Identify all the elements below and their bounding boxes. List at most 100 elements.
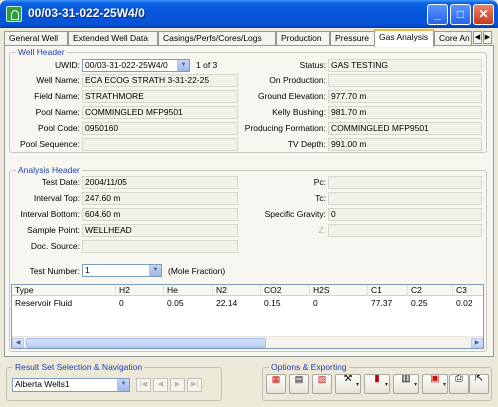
result-set-combo[interactable]: Alberta Wells1 ▼	[12, 378, 130, 392]
tab-core-analysis[interactable]: Core An	[434, 31, 472, 46]
chevron-down-icon[interactable]: ▼	[149, 265, 161, 276]
table-cell-c1[interactable]: 77.37	[371, 298, 392, 309]
on-production-field	[328, 74, 482, 87]
tab-gas-analysis[interactable]: Gas Analysis	[374, 29, 434, 47]
options-legend: Options & Exporting	[269, 362, 349, 372]
pool-name-field: COMMINGLED MFP9501	[82, 106, 238, 119]
chevron-down-icon[interactable]: ▾	[443, 381, 446, 389]
tc-field	[328, 192, 482, 205]
z-label: Z:	[318, 225, 326, 235]
calendar-date-icon[interactable]: ▤	[289, 374, 309, 394]
uwid-label: UWID:	[54, 60, 80, 70]
export-file-icon[interactable]: ▣ ▾	[422, 374, 448, 394]
scroll-left-icon[interactable]: ◀	[12, 338, 24, 348]
on-production-label: On Production:	[269, 75, 326, 85]
calendar-red-icon[interactable]: ▦	[266, 374, 286, 394]
table-cell-h2s[interactable]: 0	[313, 298, 318, 309]
pool-name-label: Pool Name:	[35, 107, 80, 117]
first-record-icon[interactable]: |◀	[136, 378, 151, 392]
table-cell-co2[interactable]: 0.15	[264, 298, 281, 309]
tab-strip: General Well Extended Well Data Casings/…	[4, 29, 494, 47]
interval-top-field: 247.60 m	[82, 192, 238, 205]
app-icon	[6, 6, 22, 22]
uwid-combo[interactable]: 00/03-31-022-25W4/0 ▼	[82, 59, 190, 72]
table-header: Type H2 He N2 CO2 H2S C1 C2 C3	[12, 285, 483, 296]
chevron-down-icon[interactable]: ▾	[414, 381, 417, 389]
kelly-bushing-field: 981.70 m	[328, 106, 482, 119]
producing-formation-label: Producing Formation:	[244, 123, 326, 133]
well-name-field: ECA ECOG STRATH 3-31-22-25	[82, 74, 238, 87]
test-number-value: 1	[85, 265, 90, 275]
chevron-down-icon[interactable]: ▼	[177, 60, 189, 71]
tab-extended-well-data[interactable]: Extended Well Data	[68, 31, 158, 46]
specific-gravity-label: Specific Gravity:	[264, 209, 326, 219]
horizontal-scrollbar[interactable]: ◀ ▶	[12, 336, 483, 348]
tv-depth-label: TV Depth:	[287, 139, 326, 149]
tab-scroll-left-icon[interactable]: ◀	[473, 31, 482, 44]
column-header-c1[interactable]: C1	[368, 285, 408, 296]
tv-depth-field: 991.00 m	[328, 138, 482, 151]
window-title: 00/03-31-022-25W4/0	[28, 6, 145, 20]
test-date-label: Test Date:	[41, 177, 80, 187]
specific-gravity-field: 0	[328, 208, 482, 221]
previous-record-icon[interactable]: ◀	[153, 378, 168, 392]
table-cell-c2[interactable]: 0.25	[411, 298, 428, 309]
chevron-down-icon[interactable]: ▼	[117, 379, 129, 391]
report-icon[interactable]: ▧	[312, 374, 332, 394]
test-number-combo[interactable]: 1 ▼	[82, 264, 162, 277]
column-header-he[interactable]: He	[164, 285, 213, 296]
z-field	[328, 224, 482, 237]
column-header-co2[interactable]: CO2	[261, 285, 310, 296]
column-header-type[interactable]: Type	[12, 285, 116, 296]
tab-production[interactable]: Production	[276, 31, 330, 46]
tab-casings-perfs-cores-logs[interactable]: Casings/Perfs/Cores/Logs	[158, 31, 276, 46]
table-cell-h2[interactable]: 0	[119, 298, 124, 309]
column-header-h2[interactable]: H2	[116, 285, 164, 296]
column-header-c3[interactable]: C3	[453, 285, 483, 296]
chevron-down-icon[interactable]: ▾	[356, 381, 359, 389]
tab-scroll-right-icon[interactable]: ▶	[483, 31, 492, 44]
tools-icon[interactable]: ⚒ ▾	[335, 374, 361, 394]
maximize-button[interactable]: □	[450, 4, 471, 25]
table-cell-he[interactable]: 0.05	[167, 298, 184, 309]
gas-analysis-table[interactable]: Type H2 He N2 CO2 H2S C1 C2 C3 Reservoir…	[11, 284, 484, 349]
last-record-icon[interactable]: ▶|	[187, 378, 202, 392]
mole-fraction-text: (Mole Fraction)	[168, 266, 226, 276]
ground-elevation-label: Ground Elevation:	[257, 91, 326, 101]
column-header-h2s[interactable]: H2S	[310, 285, 368, 296]
well-name-label: Well Name:	[36, 75, 80, 85]
pool-sequence-field	[82, 138, 238, 151]
interval-top-label: Interval Top:	[33, 193, 80, 203]
title-bar: 00/03-31-022-25W4/0 _ □ ✕	[0, 0, 498, 28]
interval-bottom-label: Interval Bottom:	[20, 209, 80, 219]
table-cell-c3[interactable]: 0.02	[456, 298, 473, 309]
tab-pressure[interactable]: Pressure	[330, 31, 376, 46]
pc-label: Pc:	[313, 177, 326, 187]
scrollbar-thumb[interactable]	[26, 338, 266, 348]
next-record-icon[interactable]: ▶	[170, 378, 185, 392]
print-icon[interactable]: ⎙	[449, 374, 469, 394]
chevron-down-icon[interactable]: ▾	[385, 381, 388, 389]
uwid-count: 1 of 3	[196, 60, 218, 70]
pool-sequence-label: Pool Sequence:	[19, 139, 80, 149]
pool-code-label: Pool Code:	[37, 123, 80, 133]
chart-icon[interactable]: ▮ ▾	[364, 374, 390, 394]
analysis-header-legend: Analysis Header	[16, 165, 82, 175]
table-export-icon[interactable]: ▥ ▾	[393, 374, 419, 394]
table-cell-type[interactable]: Reservoir Fluid	[15, 298, 72, 309]
interval-bottom-field: 604.60 m	[82, 208, 238, 221]
column-header-c2[interactable]: C2	[408, 285, 453, 296]
status-label: Status:	[299, 60, 326, 70]
producing-formation-field: COMMINGLED MFP9501	[328, 122, 482, 135]
table-cell-n2[interactable]: 22.14	[216, 298, 237, 309]
exit-icon[interactable]: ⇱	[469, 374, 489, 394]
scroll-right-icon[interactable]: ▶	[471, 338, 483, 348]
sample-point-label: Sample Point:	[27, 225, 80, 235]
doc-source-label: Doc. Source:	[30, 241, 80, 251]
close-button[interactable]: ✕	[473, 4, 494, 25]
minimize-button[interactable]: _	[427, 4, 448, 25]
column-header-n2[interactable]: N2	[213, 285, 261, 296]
kelly-bushing-label: Kelly Bushing:	[272, 107, 326, 117]
tab-general-well[interactable]: General Well	[4, 31, 68, 46]
uwid-value: 00/03-31-022-25W4/0	[85, 60, 168, 70]
